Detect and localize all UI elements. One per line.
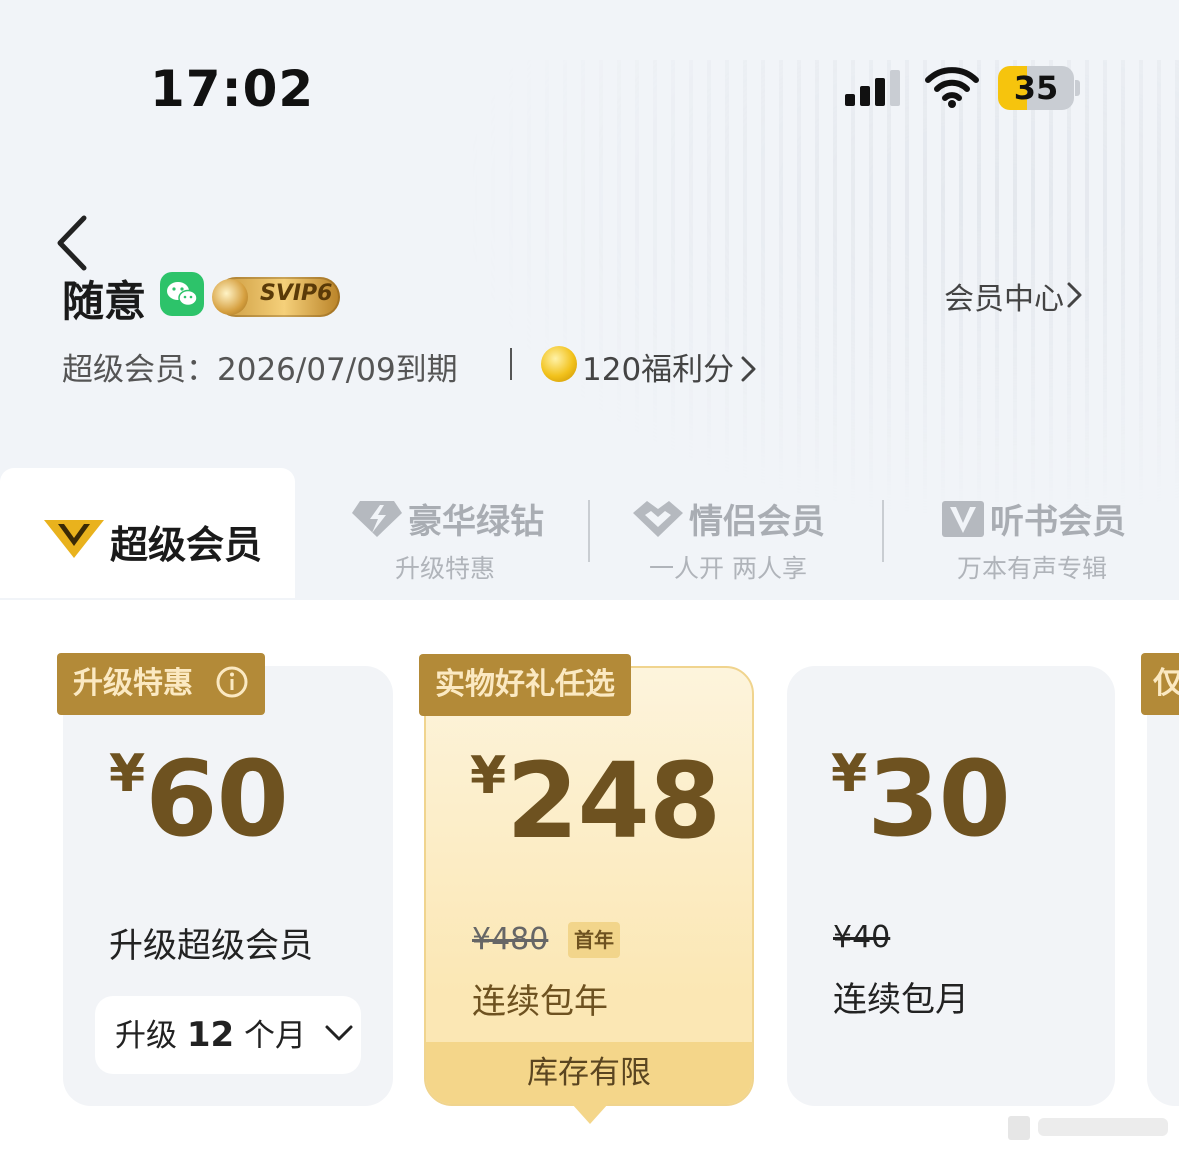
currency-symbol: ¥	[831, 744, 868, 804]
v-book-icon	[942, 501, 984, 537]
tab-luxury-green-diamond[interactable]: 豪华绿钻 升级特惠	[350, 494, 544, 584]
select-suffix: 个月	[244, 1018, 307, 1054]
price: ¥248	[470, 740, 721, 862]
member-center-link[interactable]: 会员中心	[944, 274, 1084, 318]
plan-description: 连续包年	[472, 982, 608, 1022]
currency-symbol: ¥	[470, 746, 507, 806]
coin-icon	[541, 346, 577, 382]
svip-badge-text: SVIP6	[260, 281, 333, 306]
limited-stock-banner: 库存有限	[426, 1042, 752, 1104]
price: ¥60	[109, 738, 289, 860]
tab-subtitle: 一人开 两人享	[649, 554, 807, 583]
selection-pointer	[572, 1104, 608, 1124]
home-indicator	[1008, 1116, 1168, 1140]
points-text: 120福利分	[582, 352, 735, 388]
plan-card-monthly[interactable]: ¥30 ¥40 连续包月	[787, 666, 1115, 1106]
price-value: 30	[867, 738, 1011, 860]
tab-label: 超级会员	[110, 523, 263, 567]
status-time: 17:02	[150, 60, 315, 118]
plan-card-upgrade[interactable]: ¥60 升级超级会员 升级 12 个月	[63, 666, 393, 1106]
tab-couple-member[interactable]: 情侣会员 一人开 两人享	[628, 494, 828, 584]
card-tag: 仅	[1141, 653, 1179, 715]
svip-badge-icon: SVIP6	[212, 277, 340, 317]
wechat-icon	[160, 272, 204, 316]
select-prefix: 升级	[115, 1018, 177, 1054]
tab-subtitle: 升级特惠	[394, 554, 495, 583]
tab-title: 情侣会员	[689, 502, 825, 542]
tab-audiobook-member[interactable]: 听书会员 万本有声专辑	[940, 494, 1126, 584]
divider	[588, 500, 590, 562]
duration-select[interactable]: 升级 12 个月	[95, 996, 361, 1074]
tab-super-member[interactable]: 超级会员	[0, 468, 295, 598]
chevron-right-icon	[741, 356, 756, 382]
select-value: 12	[186, 1015, 235, 1055]
divider	[882, 500, 884, 562]
first-year-badge: 首年	[568, 922, 620, 958]
chevron-down-icon	[325, 1025, 353, 1041]
original-price: ¥40	[833, 920, 891, 955]
battery-icon: 35	[998, 66, 1080, 110]
price: ¥30	[831, 738, 1011, 860]
info-icon[interactable]	[215, 665, 249, 699]
price-value: 60	[145, 738, 289, 860]
lightning-diamond-icon	[352, 501, 402, 537]
points-link[interactable]: 120福利分	[582, 344, 758, 389]
tab-title: 听书会员	[990, 502, 1126, 542]
original-price: ¥480	[472, 922, 549, 957]
chevron-right-icon	[1067, 282, 1082, 308]
back-icon[interactable]	[52, 214, 92, 272]
member-center-label: 会员中心	[944, 282, 1064, 317]
heart-icon	[633, 501, 683, 537]
wifi-icon	[925, 67, 979, 108]
plan-card-yearly[interactable]: ¥248 ¥480 首年 连续包年 库存有限	[424, 666, 754, 1106]
card-tag: 升级特惠	[57, 653, 266, 715]
v-crown-icon	[44, 520, 104, 558]
tab-subtitle: 万本有声专辑	[956, 554, 1107, 583]
plan-description: 升级超级会员	[109, 926, 313, 966]
plan-description: 连续包月	[833, 980, 969, 1020]
membership-tabs: 超级会员 豪华绿钻 升级特惠 情侣会员 一人开 两人享 听书会员 万本有声专辑	[0, 468, 1179, 598]
expiry-text: 超级会员：2026/07/09到期	[62, 352, 458, 388]
card-tag: 实物好礼任选	[419, 654, 631, 716]
tab-title: 豪华绿钻	[408, 502, 544, 542]
signal-icon	[845, 70, 900, 106]
price-value: 248	[506, 740, 721, 862]
username: 随意	[62, 277, 147, 326]
card-tag-text: 升级特惠	[73, 666, 193, 701]
battery-level: 35	[1013, 69, 1059, 107]
plan-card-partial[interactable]	[1147, 666, 1179, 1106]
currency-symbol: ¥	[109, 744, 146, 804]
divider	[510, 348, 512, 380]
